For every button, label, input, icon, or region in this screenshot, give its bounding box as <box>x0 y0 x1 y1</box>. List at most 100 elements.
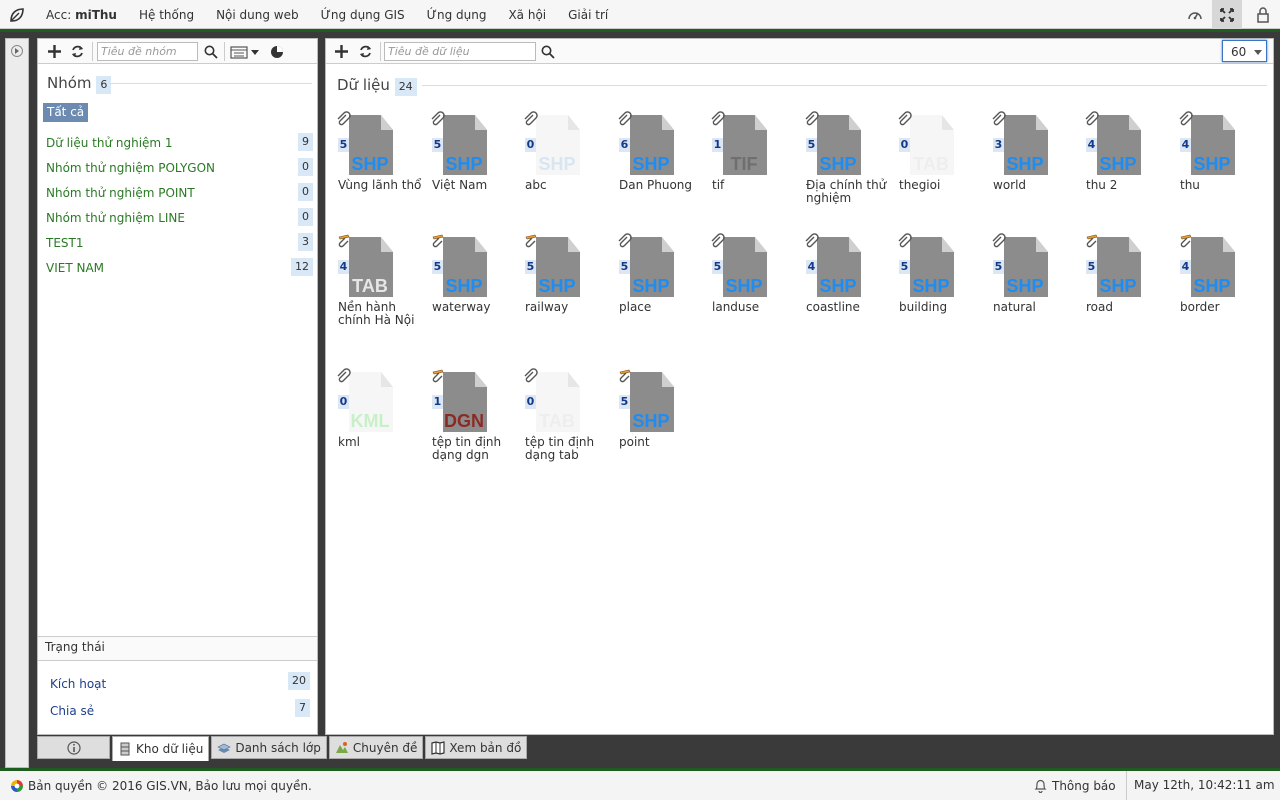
group-item[interactable]: Nhóm thử nghiệm POINT 0 <box>46 183 313 208</box>
paperclip-icon <box>1178 111 1194 127</box>
data-item-card[interactable]: 5 SHP landuse <box>710 233 798 361</box>
status-item-shared[interactable]: Chia sẻ 7 <box>50 699 310 726</box>
data-count-badge: 24 <box>394 78 417 96</box>
notifications-button[interactable]: Thông báo <box>1034 771 1127 800</box>
tab-danh-sach-lop[interactable]: Danh sách lớp <box>211 736 327 759</box>
data-item-name: landuse <box>712 300 760 314</box>
file-type-label: TAB <box>352 276 388 296</box>
data-item-card[interactable]: 0 SHP abc <box>523 111 611 239</box>
file-fold <box>1036 115 1048 130</box>
dashboard-icon[interactable] <box>1180 0 1210 29</box>
add-group-icon[interactable] <box>46 43 62 60</box>
menu-xa-hoi[interactable]: Xã hội <box>508 8 546 22</box>
all-groups-button[interactable]: Tất cả <box>43 103 89 122</box>
info-icon <box>66 740 81 755</box>
menu-noi-dung-web[interactable]: Nội dung web <box>216 8 299 22</box>
data-item-card[interactable]: 4 SHP thu 2 <box>1084 111 1172 239</box>
account-label[interactable]: Acc: miThu <box>46 8 117 22</box>
group-item[interactable]: Nhóm thử nghiệm LINE 0 <box>46 208 313 233</box>
group-item[interactable]: Dữ liệu thử nghiệm 19 <box>46 133 313 158</box>
file-fold <box>568 115 580 130</box>
menu-ung-dung[interactable]: Ứng dụng <box>427 8 487 22</box>
data-item-card[interactable]: 5 SHP point <box>617 368 705 496</box>
data-toolbar: Tiêu đề dữ liệu 60 <box>326 39 1273 64</box>
data-item-card[interactable]: 5 SHP railway <box>523 233 611 361</box>
file-type-label: SHP <box>632 411 670 431</box>
lock-icon[interactable] <box>1248 0 1278 29</box>
layer-count-badge: 5 <box>432 260 443 274</box>
data-item-card[interactable]: 5 SHP Vùng lãnh thổ <box>336 111 424 239</box>
tab-chuyen-de[interactable]: Chuyên đề <box>328 736 424 759</box>
data-item-card[interactable]: 4 SHP border <box>1178 233 1266 361</box>
status-item-active[interactable]: Kích hoạt 20 <box>50 672 310 699</box>
bell-icon <box>1034 779 1047 793</box>
data-item-card[interactable]: 5 SHP road <box>1084 233 1172 361</box>
edit-clip-icon <box>1178 233 1194 249</box>
data-item-card[interactable]: 5 SHP natural <box>991 233 1079 361</box>
expand-panel-icon[interactable] <box>11 45 23 57</box>
file-fold <box>662 237 674 252</box>
paperclip-icon <box>804 233 820 249</box>
layer-count-badge: 5 <box>712 260 723 274</box>
footer: Bản quyền © 2016 GIS.VN, Bảo lưu mọi quy… <box>0 771 1280 800</box>
chart-pie-icon[interactable] <box>269 43 285 60</box>
add-data-icon[interactable] <box>333 43 349 60</box>
view-mode-dropdown-icon[interactable] <box>229 43 261 60</box>
menu-ung-dung-gis[interactable]: Ứng dụng GIS <box>321 8 405 22</box>
layer-count-badge: 5 <box>899 260 910 274</box>
data-item-name: natural <box>993 300 1036 314</box>
paperclip-icon <box>523 111 539 127</box>
data-item-card[interactable]: 5 SHP place <box>617 233 705 361</box>
data-item-card[interactable]: 5 SHP waterway <box>430 233 518 361</box>
search-icon[interactable] <box>203 43 219 60</box>
groups-count-badge: 6 <box>96 76 112 94</box>
data-item-card[interactable]: 6 SHP Dan Phuong <box>617 111 705 239</box>
data-item-card[interactable]: 4 SHP thu <box>1178 111 1266 239</box>
data-item-card[interactable]: 4 TAB Nền hành chính Hà Nội <box>336 233 424 361</box>
data-item-card[interactable]: 0 TAB thegioi <box>897 111 985 239</box>
data-item-card[interactable]: 0 TAB tệp tin định dạng tab <box>523 368 611 496</box>
group-search-input[interactable]: Tiêu đề nhóm <box>97 42 198 61</box>
leaf-logo-icon[interactable] <box>8 6 26 24</box>
data-item-name: Việt Nam <box>432 178 488 192</box>
file-type-label: SHP <box>351 154 389 174</box>
file-type-label: SHP <box>1006 276 1044 296</box>
data-item-card[interactable]: 1 DGN tệp tin định dạng dgn <box>430 368 518 496</box>
layer-count-badge: 0 <box>338 395 349 409</box>
file-type-label: SHP <box>1193 154 1231 174</box>
menu-giai-tri[interactable]: Giải trí <box>568 8 608 22</box>
page-size-select[interactable]: 60 <box>1222 40 1267 62</box>
file-fold <box>568 372 580 387</box>
search-icon[interactable] <box>540 43 556 60</box>
datetime-display: May 12th, 10:42:11 am <box>1134 778 1275 792</box>
group-item[interactable]: Nhóm thử nghiệm POLYGON 0 <box>46 158 313 183</box>
data-item-name: waterway <box>432 300 491 314</box>
tab-info[interactable] <box>37 736 110 759</box>
data-search-input[interactable]: Tiêu đề dữ liệu <box>384 42 536 61</box>
group-item[interactable]: TEST1 3 <box>46 233 313 258</box>
data-item-card[interactable]: 5 SHP Việt Nam <box>430 111 518 239</box>
paperclip-icon <box>336 111 352 127</box>
group-item[interactable]: VIET NAM 12 <box>46 258 313 283</box>
layer-count-badge: 5 <box>432 138 443 152</box>
menu-he-thong[interactable]: Hệ thống <box>139 8 194 22</box>
tab-xem-ban-do[interactable]: Xem bản đồ <box>425 736 528 759</box>
fullscreen-icon[interactable] <box>1212 0 1242 29</box>
gisvn-logo-icon <box>11 780 23 792</box>
paperclip-icon <box>336 368 352 384</box>
file-type-label: TAB <box>539 411 575 431</box>
refresh-groups-icon[interactable] <box>69 43 85 60</box>
data-item-name: world <box>993 178 1027 192</box>
data-item-card[interactable]: 1 TIF tif <box>710 111 798 239</box>
data-item-card[interactable]: 5 SHP Địa chính thử nghiệm <box>804 111 892 239</box>
status-heading: Trạng thái <box>38 636 317 661</box>
data-item-card[interactable]: 5 SHP building <box>897 233 985 361</box>
tab-kho-du-lieu[interactable]: Kho dữ liệu <box>112 736 210 761</box>
data-item-card[interactable]: 0 KML kml <box>336 368 424 496</box>
group-count-badge: 0 <box>298 208 313 226</box>
file-type-label: SHP <box>632 154 670 174</box>
data-item-card[interactable]: 3 SHP world <box>991 111 1079 239</box>
data-item-card[interactable]: 4 SHP coastline <box>804 233 892 361</box>
account-username: miThu <box>75 7 117 22</box>
refresh-data-icon[interactable] <box>357 43 373 60</box>
